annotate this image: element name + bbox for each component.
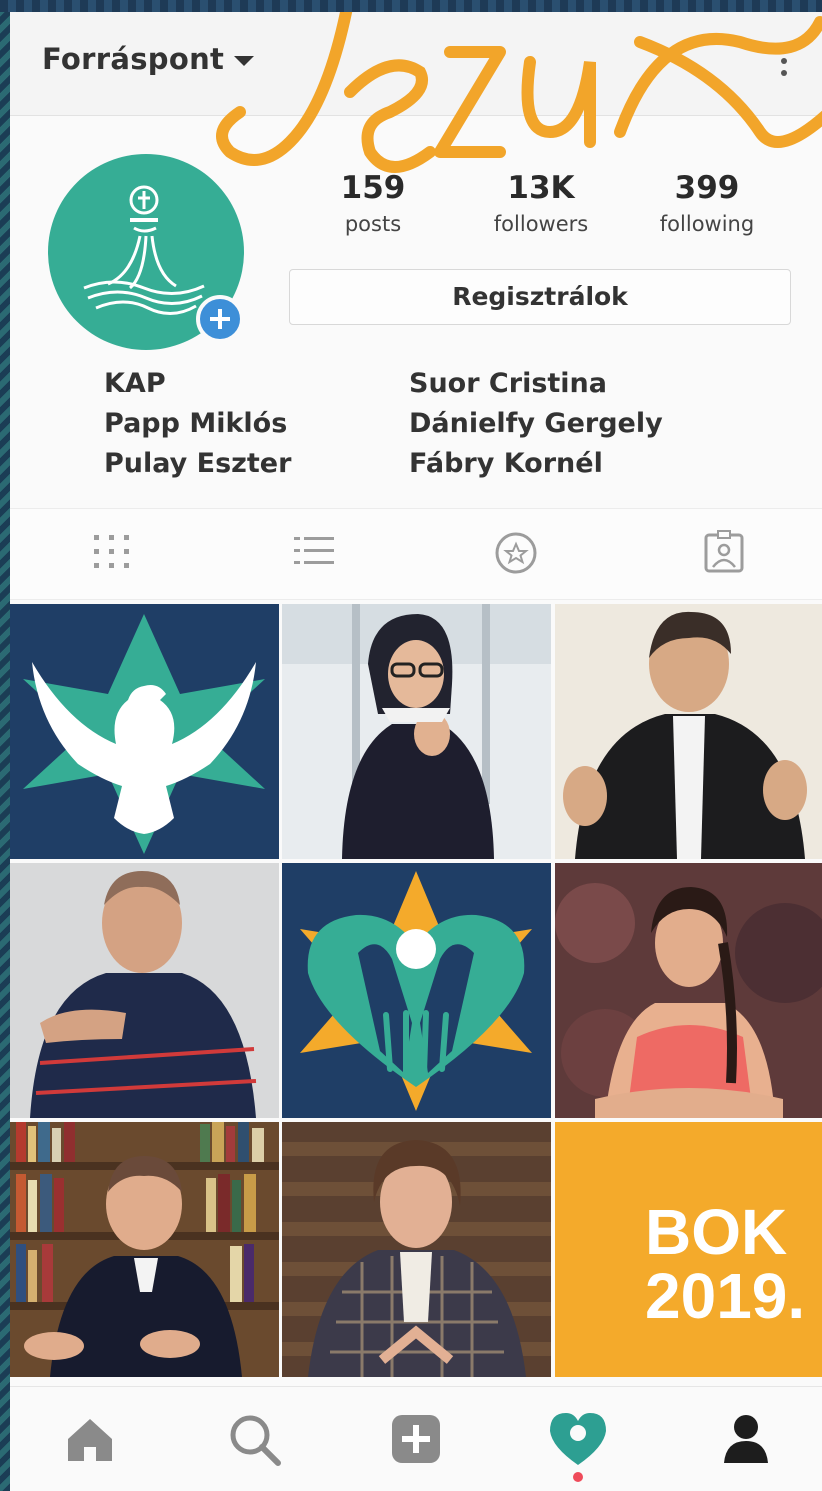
banner-line-2: 2019. <box>645 1260 805 1332</box>
stat-posts[interactable]: 159 posts <box>298 170 448 236</box>
post-dove[interactable] <box>10 604 279 859</box>
stat-value: 399 <box>674 170 740 206</box>
register-button[interactable]: Regisztrálok <box>289 269 791 325</box>
home-icon[interactable] <box>60 1409 120 1469</box>
post-priest-portrait[interactable] <box>555 604 822 859</box>
notification-dot <box>573 1472 583 1482</box>
dove-graphic <box>10 604 279 859</box>
chevron-down-icon[interactable] <box>234 56 254 66</box>
bottom-navigation <box>10 1386 822 1491</box>
stat-value: 159 <box>340 170 406 206</box>
account-name[interactable]: Forráspont <box>42 42 224 76</box>
young-man-photo <box>282 1122 551 1377</box>
bio-line: Fábry Kornél <box>409 448 603 479</box>
profile-header: Forráspont <box>10 12 822 116</box>
stat-value: 13K <box>507 170 575 206</box>
bio-right-column: Suor Cristina Dánielfy Gergely Fábry Kor… <box>409 364 663 484</box>
tagged-icon[interactable] <box>488 529 544 581</box>
post-bok-banner[interactable]: BOK 2019. <box>555 1122 822 1377</box>
bio-line: Dánielfy Gergely <box>409 408 663 439</box>
bio-line: Suor Cristina <box>409 368 607 399</box>
saved-icon[interactable] <box>696 529 752 581</box>
priest-library-photo <box>10 1122 279 1377</box>
post-nun-portrait[interactable] <box>282 604 551 859</box>
profile-view-tabs <box>10 508 822 600</box>
banner-line-1: BOK <box>645 1196 787 1268</box>
post-woman-portrait[interactable] <box>555 863 822 1118</box>
bok-banner: BOK 2019. <box>555 1122 822 1377</box>
decorative-frame-top <box>0 0 822 12</box>
priest-photo <box>555 604 822 859</box>
heart-hands-graphic <box>282 863 551 1118</box>
stat-following[interactable]: 399 following <box>632 170 782 236</box>
stat-label: followers <box>493 212 589 236</box>
activity-icon[interactable] <box>548 1409 608 1469</box>
add-icon[interactable] <box>386 1409 446 1469</box>
stat-label: posts <box>344 212 402 236</box>
post-heart-hands[interactable] <box>282 863 551 1118</box>
decorative-frame-left <box>0 0 10 1491</box>
more-options-icon[interactable] <box>774 42 794 82</box>
nun-photo <box>282 604 551 859</box>
profile-icon[interactable] <box>716 1409 776 1469</box>
add-story-icon[interactable] <box>196 295 244 343</box>
list-icon[interactable] <box>286 529 342 581</box>
bio-line: Pulay Eszter <box>104 448 292 479</box>
grid-icon[interactable] <box>84 529 140 581</box>
bio-left-column: KAP Papp Miklós Pulay Eszter <box>104 364 291 484</box>
search-icon[interactable] <box>224 1409 284 1469</box>
bio-line: Papp Miklós <box>104 408 288 439</box>
post-priest-library[interactable] <box>10 1122 279 1377</box>
woman-photo <box>555 863 822 1118</box>
stat-label: following <box>659 212 755 236</box>
bio-line: KAP <box>104 368 166 399</box>
post-man-shrugging[interactable] <box>10 863 279 1118</box>
stat-followers[interactable]: 13K followers <box>466 170 616 236</box>
post-young-man-stairs[interactable] <box>282 1122 551 1377</box>
man-photo <box>10 863 279 1118</box>
phone-screen: Forráspont 159 posts 13K followers 399 f… <box>10 12 822 1491</box>
